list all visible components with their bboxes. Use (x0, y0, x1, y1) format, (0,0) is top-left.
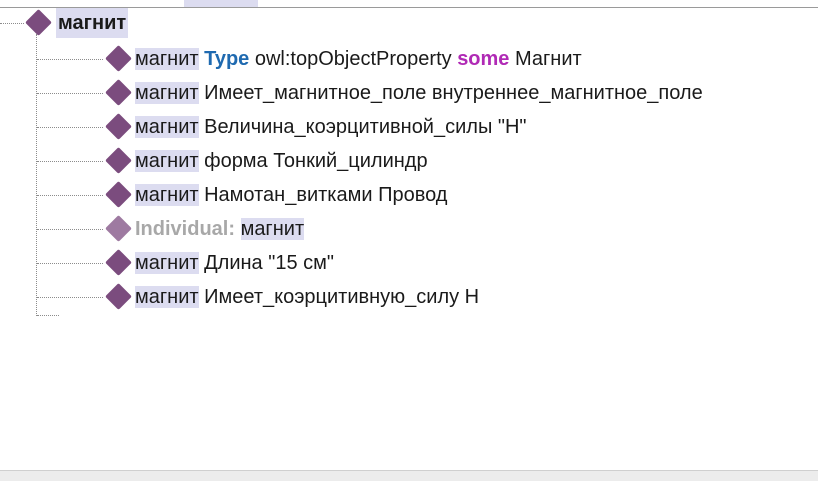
axiom-text: Величина_коэрцитивной_силы "H" (204, 116, 527, 138)
axiom-icon (105, 249, 132, 276)
axiom-text: Длина "15 см" (204, 252, 334, 274)
axiom-icon (105, 181, 132, 208)
root-label: магнит (56, 8, 129, 38)
tree-trunk-line (36, 34, 37, 316)
row-connector (37, 297, 103, 298)
row-connector (37, 161, 103, 162)
row-connector (37, 59, 103, 60)
individual-keyword: Individual: (135, 218, 235, 240)
axiom-text: Имеет_магнитное_поле внутреннее_магнитно… (204, 82, 703, 104)
some-keyword: some (457, 48, 510, 70)
axiom-icon (105, 45, 132, 72)
individual-declaration-icon (105, 215, 132, 242)
axiom-icon (105, 283, 132, 310)
row-connector (37, 195, 103, 196)
axiom-text: Намотан_витками Провод (204, 184, 448, 206)
axiom-text: форма Тонкий_цилиндр (204, 150, 428, 172)
explanation-tree: магнит магнит Type owl:topObjectProperty… (0, 8, 818, 468)
axiom-text: Имеет_коэрцитивную_силу H (204, 286, 480, 308)
axiom-subject: магнит (135, 48, 199, 70)
selected-tab-edge[interactable] (184, 0, 258, 7)
axiom-text: Type owl:topObjectProperty some Магнит (204, 48, 582, 70)
axiom-icon (105, 79, 132, 106)
row-connector (37, 127, 103, 128)
axiom-subject: магнит (135, 184, 199, 206)
axiom-subject: магнит (240, 218, 305, 240)
row-connector (37, 229, 103, 230)
individual-icon (25, 9, 52, 36)
root-connector-line (0, 23, 24, 24)
top-tab-strip (0, 0, 818, 8)
axiom-icon (105, 113, 132, 140)
axiom-subject: магнит (135, 150, 199, 172)
trailing-connector (37, 315, 59, 316)
row-connector (37, 263, 103, 264)
bottom-status-strip (0, 470, 818, 481)
axiom-subject: магнит (135, 82, 199, 104)
axiom-subject: магнит (135, 116, 199, 138)
type-keyword: Type (204, 48, 250, 70)
axiom-subject: магнит (135, 286, 199, 308)
axiom-icon (105, 147, 132, 174)
axiom-subject: магнит (135, 252, 199, 274)
row-connector (37, 93, 103, 94)
